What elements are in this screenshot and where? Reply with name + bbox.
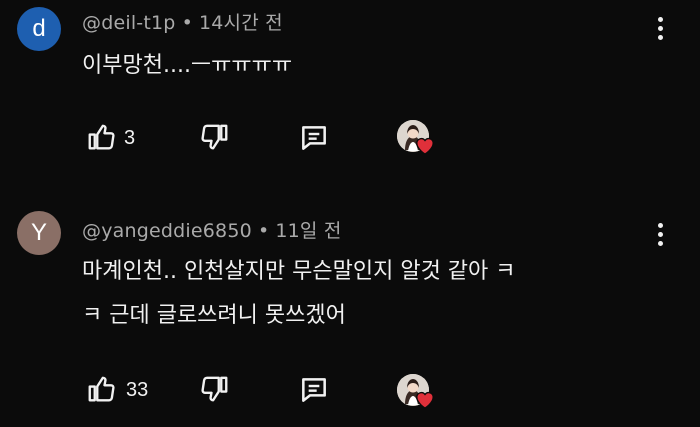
reply-button[interactable] bbox=[298, 372, 332, 408]
comment-item: Y @yangeddie6850 • 11일 전 마계인천.. 인천살지만 무슨말인… bbox=[0, 200, 700, 427]
reply-comment-icon bbox=[302, 126, 326, 150]
comment-line: 이부망천....ㅡㅠㅠㅠㅠ bbox=[82, 53, 293, 78]
meta-separator: • bbox=[181, 12, 193, 34]
comment-header: @yangeddie6850 • 11일 전 bbox=[82, 216, 342, 243]
more-vert-icon[interactable] bbox=[652, 216, 668, 252]
reply-button[interactable] bbox=[298, 120, 332, 156]
user-avatar[interactable]: d bbox=[17, 7, 61, 51]
comment-text: 마계인천.. 인천살지만 무슨말인지 알것 같아 ㅋ ㅋ 근데 글로쓰려니 못쓰… bbox=[82, 250, 516, 338]
creator-heart-icon bbox=[416, 138, 434, 155]
like-button[interactable]: 33 bbox=[86, 370, 162, 410]
like-count: 33 bbox=[126, 379, 149, 401]
avatar-letter: Y bbox=[30, 219, 47, 246]
comment-time[interactable]: 14시간 전 bbox=[199, 12, 283, 34]
creator-heart-icon bbox=[416, 392, 434, 409]
thumbs-down-icon bbox=[201, 124, 228, 150]
avatar-letter: d bbox=[32, 15, 46, 42]
meta-separator: • bbox=[257, 220, 270, 242]
user-avatar[interactable]: Y bbox=[17, 211, 61, 255]
username[interactable]: @deil-t1p bbox=[82, 12, 176, 34]
creator-avatar bbox=[397, 374, 434, 409]
dislike-button[interactable] bbox=[200, 372, 234, 408]
reply-comment-icon bbox=[302, 378, 326, 402]
like-count: 3 bbox=[124, 127, 136, 149]
like-button[interactable]: 3 bbox=[86, 118, 150, 158]
comment-item: d @deil-t1p • 14시간 전 이부망천....ㅡㅠㅠㅠㅠ 3 bbox=[0, 0, 700, 190]
thumbs-up-icon bbox=[88, 376, 115, 402]
comment-text: 이부망천....ㅡㅠㅠㅠㅠ bbox=[82, 44, 292, 88]
comment-line: ㅋ 근데 글로쓰려니 못쓰겠어 bbox=[82, 303, 346, 328]
thumbs-up-icon bbox=[88, 124, 115, 150]
more-vert-icon[interactable] bbox=[652, 10, 668, 46]
comment-line: 마계인천.. 인천살지만 무슨말인지 알것 같아 ㅋ bbox=[82, 259, 516, 284]
comment-header: @deil-t1p • 14시간 전 bbox=[82, 8, 283, 35]
username[interactable]: @yangeddie6850 bbox=[82, 220, 252, 242]
thumbs-down-icon bbox=[201, 376, 228, 402]
creator-avatar bbox=[397, 120, 434, 155]
comment-time[interactable]: 11일 전 bbox=[275, 220, 341, 242]
dislike-button[interactable] bbox=[200, 120, 234, 156]
